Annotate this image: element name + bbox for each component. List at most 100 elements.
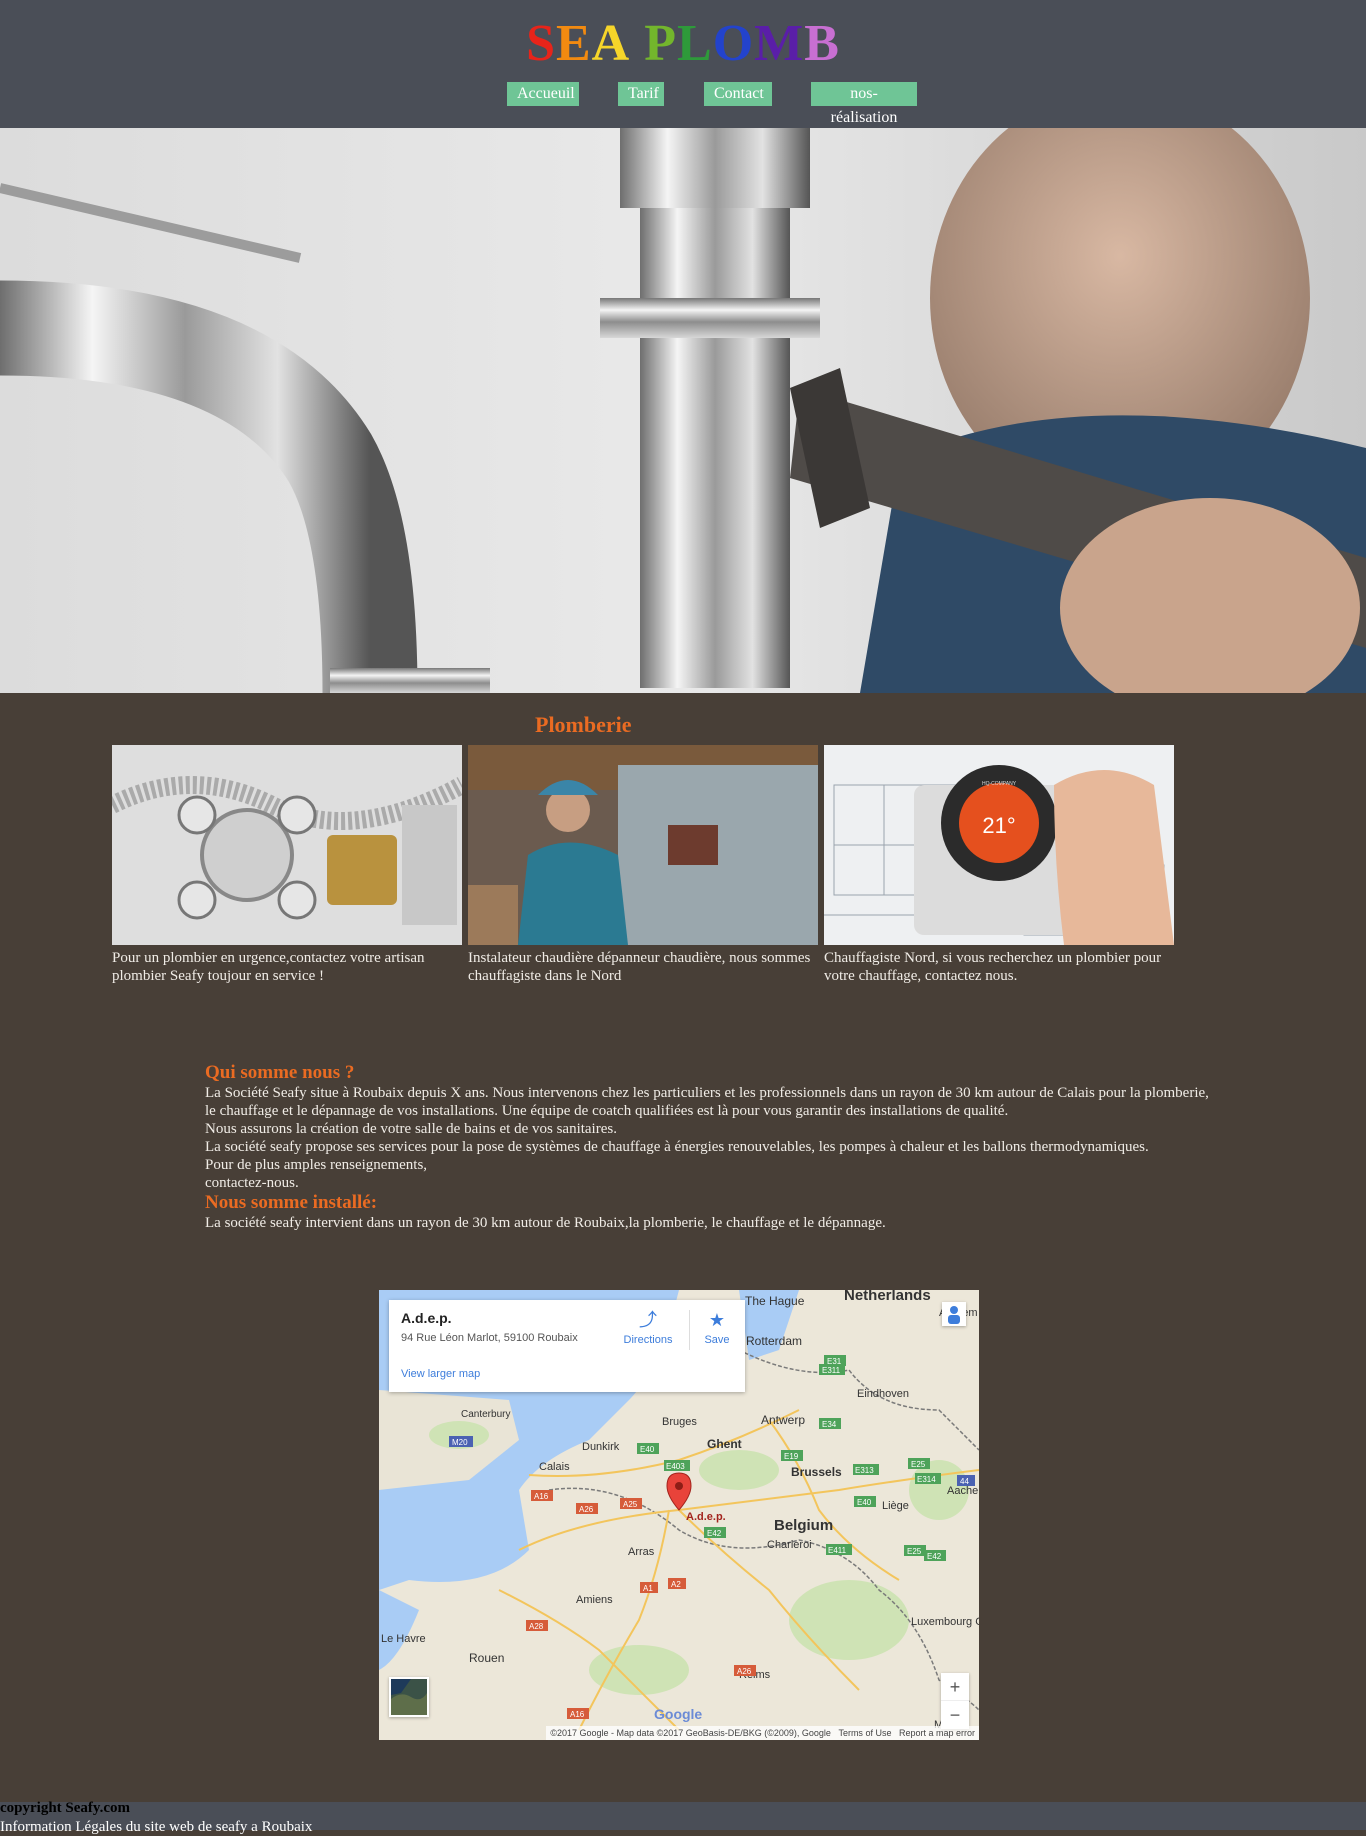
svg-text:Brussels: Brussels bbox=[791, 1465, 842, 1479]
svg-text:A26: A26 bbox=[579, 1505, 594, 1514]
svg-text:Bruges: Bruges bbox=[662, 1416, 697, 1428]
map-place-name: A.d.e.p. bbox=[401, 1310, 452, 1326]
svg-text:E42: E42 bbox=[707, 1529, 722, 1538]
svg-text:E42: E42 bbox=[927, 1552, 942, 1561]
svg-text:Belgium: Belgium bbox=[774, 1517, 833, 1534]
svg-text:A.d.e.p.: A.d.e.p. bbox=[686, 1511, 726, 1523]
svg-text:Charleroi: Charleroi bbox=[767, 1539, 812, 1551]
about-text: Pour de plus amples renseignements, bbox=[205, 1157, 428, 1173]
svg-text:Amiens: Amiens bbox=[576, 1594, 613, 1606]
logo-letter: E bbox=[555, 15, 592, 72]
report-error-link[interactable]: Report a map error bbox=[899, 1728, 975, 1738]
svg-text:E403: E403 bbox=[666, 1462, 685, 1471]
terms-link[interactable]: Terms of Use bbox=[838, 1728, 891, 1738]
directions-icon: ⤴ bbox=[639, 1310, 657, 1330]
site-header: SEA PLOMB Accueuil Tarif Contact nos-réa… bbox=[0, 0, 1366, 128]
svg-text:A16: A16 bbox=[570, 1710, 585, 1719]
save-label: Save bbox=[704, 1334, 730, 1346]
svg-text:Le Havre: Le Havre bbox=[381, 1633, 426, 1645]
divider bbox=[689, 1310, 690, 1350]
svg-text:E311: E311 bbox=[822, 1366, 841, 1375]
svg-text:Luxembourg City: Luxembourg City bbox=[911, 1616, 979, 1628]
legal-info-link[interactable]: Information Légales du site web de seafy… bbox=[0, 1819, 312, 1836]
svg-text:E314: E314 bbox=[917, 1475, 936, 1484]
svg-text:M20: M20 bbox=[452, 1438, 468, 1447]
svg-text:Antwerp: Antwerp bbox=[761, 1413, 805, 1427]
svg-text:HQ-COMPANY: HQ-COMPANY bbox=[982, 781, 1017, 787]
svg-text:A2: A2 bbox=[671, 1580, 681, 1589]
svg-text:E34: E34 bbox=[822, 1420, 837, 1429]
copyright-text: copyright Seafy.com bbox=[0, 1800, 130, 1816]
svg-text:Ghent: Ghent bbox=[707, 1437, 742, 1451]
map-address: 94 Rue Léon Marlot, 59100 Roubaix bbox=[401, 1332, 578, 1344]
street-view-pegman-icon[interactable] bbox=[942, 1302, 966, 1326]
svg-text:E25: E25 bbox=[911, 1460, 926, 1469]
map-attribution: ©2017 Google - Map data ©2017 GeoBasis-D… bbox=[546, 1726, 979, 1740]
logo-letter: M bbox=[754, 15, 805, 72]
svg-text:Canterbury: Canterbury bbox=[461, 1409, 510, 1420]
site-logo[interactable]: SEA PLOMB bbox=[0, 14, 1366, 74]
nav-realisation[interactable]: nos-réalisation bbox=[811, 82, 917, 126]
svg-text:Liège: Liège bbox=[882, 1500, 909, 1512]
about-text: La Société Seafy situe à Roubaix depuis … bbox=[205, 1085, 1209, 1119]
logo-letter: O bbox=[712, 15, 755, 72]
svg-text:Rouen: Rouen bbox=[469, 1651, 504, 1665]
main-nav: Accueuil Tarif Contact nos-réalisation bbox=[0, 82, 1366, 126]
svg-text:E313: E313 bbox=[855, 1466, 874, 1475]
save-button[interactable]: ★ Save bbox=[693, 1310, 741, 1350]
logo-letter: P bbox=[644, 15, 677, 72]
about-section: Qui somme nous ? La Société Seafy situe … bbox=[205, 1062, 1215, 1232]
nav-tarif[interactable]: Tarif bbox=[618, 82, 664, 106]
faucet-parts-image bbox=[112, 745, 462, 945]
svg-text:Netherlands: Netherlands bbox=[844, 1290, 931, 1304]
nav-contact[interactable]: Contact bbox=[704, 82, 772, 106]
section-title-plomberie: Plomberie bbox=[535, 712, 632, 737]
service-card-chauffage: 21° HQ-COMPANY Chauffagiste Nord, si vou… bbox=[824, 745, 1174, 985]
svg-text:E40: E40 bbox=[640, 1445, 655, 1454]
logo-letter: B bbox=[804, 15, 840, 72]
directions-button[interactable]: ⤴ Directions bbox=[617, 1310, 679, 1350]
logo-letter: S bbox=[526, 15, 556, 72]
star-icon: ★ bbox=[708, 1310, 726, 1330]
installed-text: La société seafy intervient dans un rayo… bbox=[205, 1215, 886, 1231]
svg-text:A1: A1 bbox=[643, 1584, 653, 1593]
svg-text:E25: E25 bbox=[907, 1547, 922, 1556]
service-card-text: Instalateur chaudière dépanneur chaudièr… bbox=[468, 950, 811, 984]
svg-text:Dunkirk: Dunkirk bbox=[582, 1441, 620, 1453]
about-text: contactez-nous. bbox=[205, 1175, 299, 1191]
plumber-at-work-image bbox=[468, 745, 818, 945]
service-card-text: Chauffagiste Nord, si vous recherchez un… bbox=[824, 950, 1162, 984]
svg-text:Eindhoven: Eindhoven bbox=[857, 1388, 909, 1400]
installed-title: Nous somme installé: bbox=[205, 1192, 378, 1213]
about-title: Qui somme nous ? bbox=[205, 1062, 355, 1083]
logo-letter: A bbox=[591, 15, 631, 72]
about-text: Nous assurons la création de votre salle… bbox=[205, 1121, 617, 1137]
svg-text:A16: A16 bbox=[534, 1492, 549, 1501]
svg-text:Rotterdam: Rotterdam bbox=[746, 1334, 802, 1348]
service-card-chaudiere: Instalateur chaudière dépanneur chaudièr… bbox=[468, 745, 818, 985]
google-map-embed[interactable]: The Hague Netherlands Arnhem Rotterdam E… bbox=[379, 1290, 979, 1740]
attribution-text: ©2017 Google - Map data ©2017 GeoBasis-D… bbox=[550, 1728, 831, 1738]
svg-text:Arras: Arras bbox=[628, 1546, 655, 1558]
service-card-text: Pour un plombier en urgence,contactez vo… bbox=[112, 950, 425, 984]
satellite-toggle[interactable] bbox=[389, 1677, 429, 1717]
svg-text:44: 44 bbox=[960, 1477, 969, 1486]
nav-accueil[interactable]: Accueuil bbox=[507, 82, 579, 106]
svg-text:21°: 21° bbox=[982, 813, 1015, 838]
thermostat-image: 21° HQ-COMPANY bbox=[824, 745, 1174, 945]
google-logo: Google bbox=[654, 1706, 703, 1722]
logo-letter bbox=[630, 15, 644, 72]
map-info-card: A.d.e.p. 94 Rue Léon Marlot, 59100 Rouba… bbox=[389, 1300, 745, 1392]
zoom-out-button[interactable]: − bbox=[941, 1701, 969, 1729]
svg-text:A25: A25 bbox=[623, 1500, 638, 1509]
directions-label: Directions bbox=[623, 1334, 673, 1346]
svg-text:A26: A26 bbox=[737, 1667, 752, 1676]
svg-text:Calais: Calais bbox=[539, 1461, 570, 1473]
svg-text:A28: A28 bbox=[529, 1622, 544, 1631]
zoom-controls: + − bbox=[941, 1673, 969, 1729]
svg-text:E19: E19 bbox=[784, 1452, 799, 1461]
view-larger-map-link[interactable]: View larger map bbox=[401, 1368, 480, 1380]
zoom-in-button[interactable]: + bbox=[941, 1673, 969, 1701]
service-card-urgence: Pour un plombier en urgence,contactez vo… bbox=[112, 745, 462, 985]
hero-plumber-image bbox=[0, 128, 1366, 693]
